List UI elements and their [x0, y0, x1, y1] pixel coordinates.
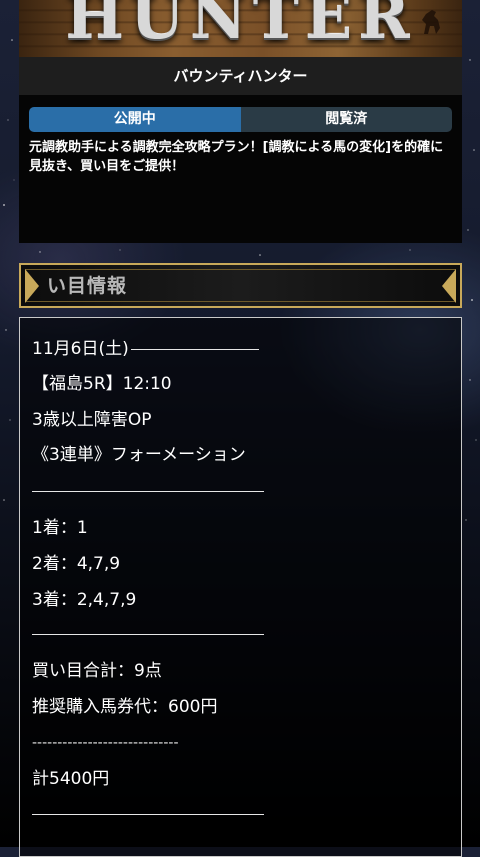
- banner-logo: HUNTER: [65, 0, 416, 53]
- tab-viewed[interactable]: 閲覧済: [240, 107, 452, 132]
- race-class: 3歳以上障害OP: [32, 410, 152, 430]
- total-points: 買い目合計：9点: [32, 661, 162, 681]
- section-title-text: い目情報: [47, 275, 128, 297]
- tab-public[interactable]: 公開中: [29, 107, 241, 132]
- date-divider: [130, 348, 259, 350]
- card-description: 元調教助手による調教完全攻略プラン！[調教による馬の変化]を的確に見抜き、買い目…: [29, 140, 444, 174]
- divider: [32, 814, 264, 815]
- section-header: い目情報: [19, 263, 462, 308]
- race-name: 【福島5R】12:10: [32, 374, 172, 394]
- first-place: 1着：1: [32, 518, 88, 538]
- third-place: 3着：2,4,7,9: [32, 590, 137, 610]
- horse-icon: [422, 10, 440, 34]
- dashed-divider: -----------------------------: [32, 735, 179, 751]
- bet-info-box: 11月6日(土) 【福島5R】12:10 3歳以上障害OP 《3連単》フォーメー…: [19, 317, 462, 857]
- divider: [32, 491, 264, 492]
- section-title: い目情報: [47, 271, 127, 301]
- race-date-row: 11月6日(土): [32, 338, 259, 360]
- header-right-ornament: [442, 269, 456, 303]
- header-left-ornament: [25, 269, 39, 303]
- race-date: 11月6日(土): [32, 339, 129, 359]
- status-tabs: 公開中 閲覧済: [29, 107, 452, 132]
- divider: [32, 634, 264, 635]
- bet-type: 《3連単》フォーメーション: [32, 445, 246, 465]
- recommended-amount: 推奨購入馬券代：600円: [32, 697, 218, 717]
- card-title: バウンティハンター: [19, 57, 462, 95]
- banner-image: HUNTER: [19, 0, 462, 57]
- grand-total: 計5400円: [32, 769, 110, 789]
- second-place: 2着：4,7,9: [32, 554, 121, 574]
- product-card: HUNTER バウンティハンター 公開中 閲覧済 元調教助手による調教完全攻略プ…: [19, 0, 462, 243]
